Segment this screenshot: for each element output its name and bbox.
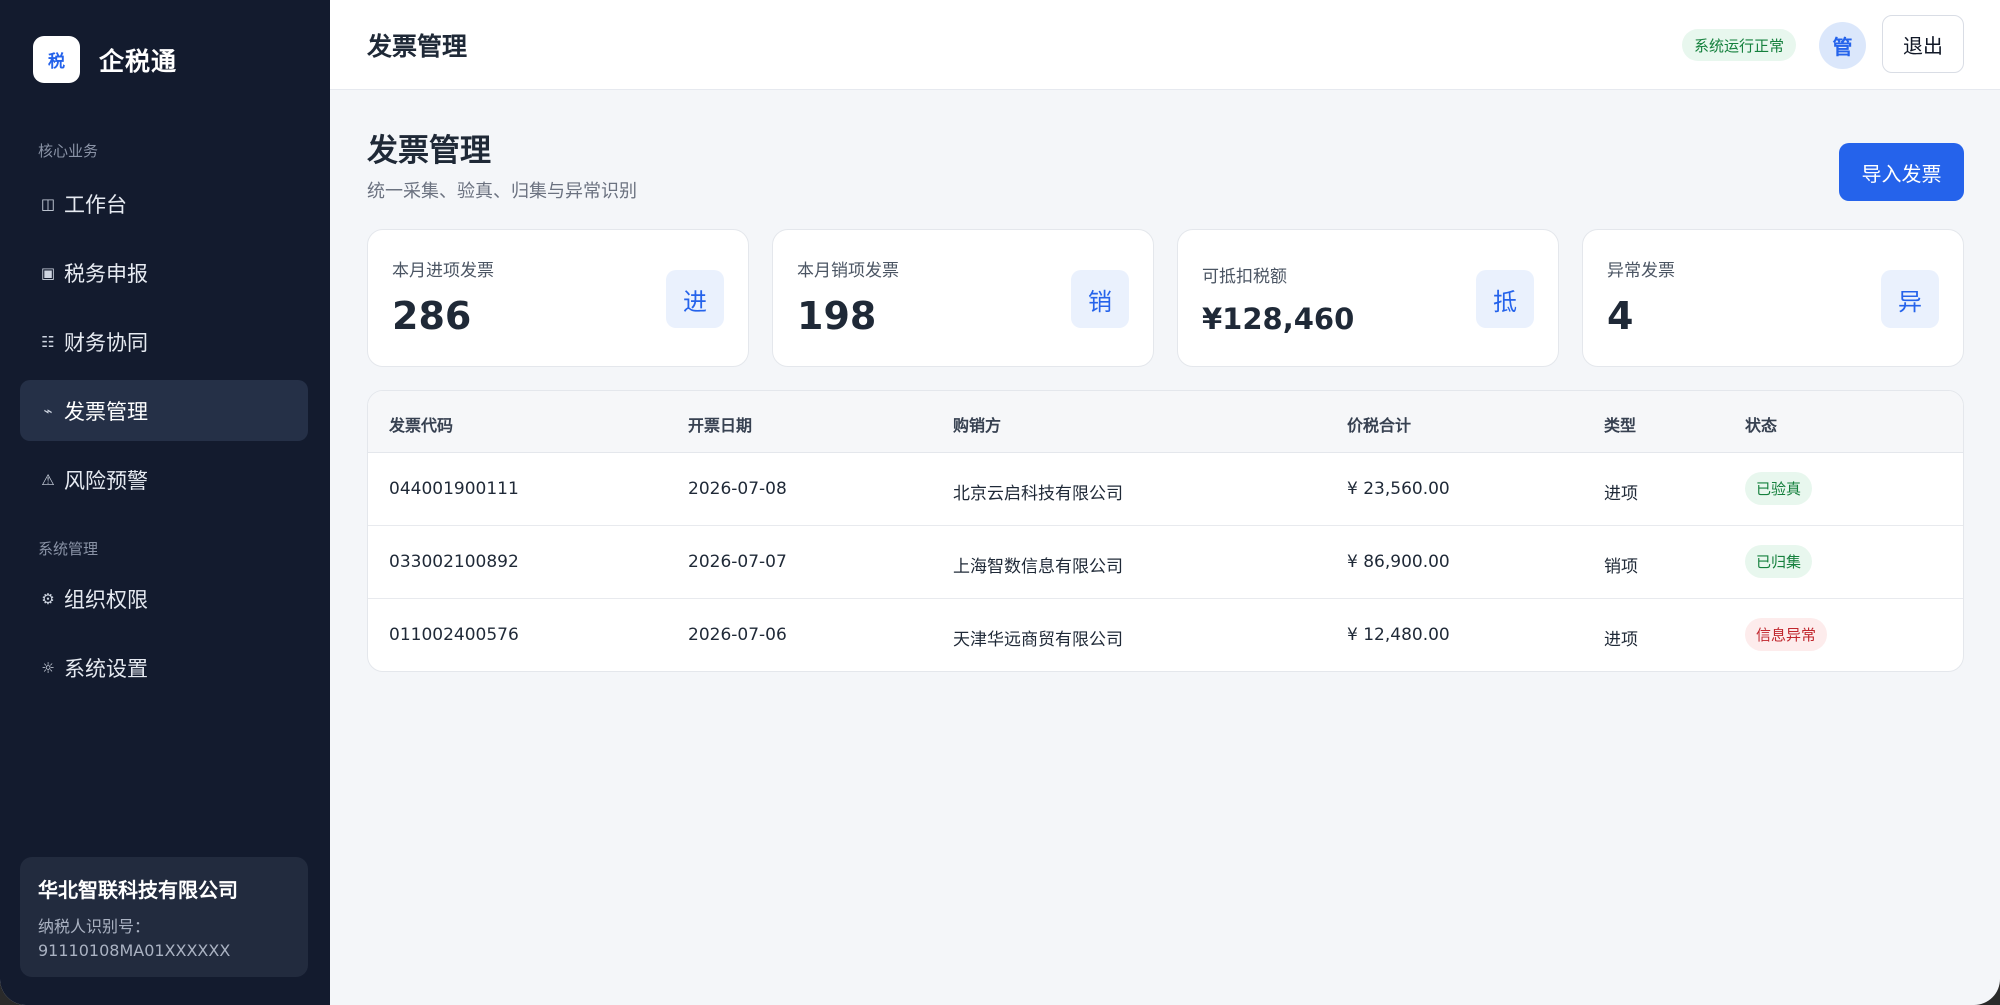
taxid-label: 纳税人识别号： xyxy=(38,917,151,936)
column-header-code[interactable]: 发票代码 xyxy=(389,412,453,436)
column-header-status[interactable]: 状态 xyxy=(1745,412,1777,436)
invoice-amount: ¥ 23,560.00 xyxy=(1347,479,1450,499)
company-card: 华北智联科技有限公司 纳税人识别号： 91110108MA01XXXXXX xyxy=(20,857,308,977)
table-row[interactable]: 044001900111 2026-07-08 北京云启科技有限公司 ¥ 23,… xyxy=(368,453,1963,526)
sidebar-item-label: 系统设置 xyxy=(64,656,148,681)
invoice-code: 033002100892 xyxy=(389,552,519,572)
topbar-title: 发票管理 xyxy=(367,32,468,61)
sidebar-item-label: 组织权限 xyxy=(64,587,148,612)
invoice-amount: ¥ 12,480.00 xyxy=(1347,625,1450,645)
invoice-party: 天津华远商贸有限公司 xyxy=(953,630,1123,650)
gear-icon: ⚙ xyxy=(41,589,55,608)
system-status-badge: 系统运行正常 xyxy=(1682,29,1797,61)
invoice-date: 2026-07-08 xyxy=(688,479,787,499)
invoice-type: 销项 xyxy=(1604,557,1638,577)
status-badge: 已验真 xyxy=(1745,472,1813,505)
abnormal-icon: 异 xyxy=(1881,270,1939,328)
sidebar-item-permissions[interactable]: ⚙ 组织权限 xyxy=(20,568,308,629)
invoice-code: 044001900111 xyxy=(389,479,519,499)
table-row[interactable]: 033002100892 2026-07-07 上海智数信息有限公司 ¥ 86,… xyxy=(368,526,1963,599)
stat-value: 4 xyxy=(1607,294,1634,338)
table-header: 发票代码 开票日期 购销方 价税合计 类型 状态 xyxy=(368,391,1963,453)
status-badge: 信息异常 xyxy=(1745,618,1828,651)
invoice-type: 进项 xyxy=(1604,630,1638,650)
app-window: 税 企税通 核心业务 ◫ 工作台 ▣ 税务申报 ☷ 财务协同 ⌁ 发票管理 ⚠ … xyxy=(0,0,2000,1005)
status-badge: 已归集 xyxy=(1745,545,1813,578)
topbar: 发票管理 系统运行正常 管 退出 xyxy=(330,0,2000,90)
invoice-amount: ¥ 86,900.00 xyxy=(1347,552,1450,572)
filing-icon: ▣ xyxy=(40,263,56,282)
stat-value: 198 xyxy=(797,294,877,338)
output-invoice-icon: 销 xyxy=(1071,270,1129,328)
invoice-table: 发票代码 开票日期 购销方 价税合计 类型 状态 044001900111 20… xyxy=(367,390,1964,672)
import-invoice-button[interactable]: 导入发票 xyxy=(1839,143,1964,201)
column-header-date[interactable]: 开票日期 xyxy=(688,412,752,436)
stat-value: ¥128,460 xyxy=(1202,302,1355,336)
invoice-code: 011002400576 xyxy=(389,625,519,645)
stat-label: 本月销项发票 xyxy=(797,261,899,281)
invoice-date: 2026-07-07 xyxy=(688,552,787,572)
company-name: 华北智联科技有限公司 xyxy=(38,878,238,902)
invoice-date: 2026-07-06 xyxy=(688,625,787,645)
brand-name: 企税通 xyxy=(99,46,178,76)
sidebar-item-label: 风险预警 xyxy=(64,468,148,493)
logout-button[interactable]: 退出 xyxy=(1882,15,1964,73)
list-icon: ☷ xyxy=(41,332,55,351)
invoice-type: 进项 xyxy=(1604,484,1638,504)
taxid-value: 91110108MA01XXXXXX xyxy=(38,941,231,960)
sidebar-item-settings[interactable]: ☼ 系统设置 xyxy=(20,637,308,698)
sun-icon: ☼ xyxy=(41,658,55,677)
stat-label: 异常发票 xyxy=(1607,261,1675,281)
stat-card-abnormal-invoices: 异常发票 4 异 xyxy=(1582,229,1964,367)
sidebar-item-label: 工作台 xyxy=(64,192,127,217)
page-subtitle: 统一采集、验真、归集与异常识别 xyxy=(367,181,637,202)
stat-value: 286 xyxy=(392,294,472,338)
sidebar-item-tax-filing[interactable]: ▣ 税务申报 xyxy=(20,242,308,303)
column-header-amount[interactable]: 价税合计 xyxy=(1347,412,1411,436)
input-invoice-icon: 进 xyxy=(666,270,724,328)
column-header-type[interactable]: 类型 xyxy=(1604,412,1636,436)
sidebar-item-finance[interactable]: ☷ 财务协同 xyxy=(20,311,308,372)
brand[interactable]: 税 企税通 xyxy=(33,36,177,83)
table-row[interactable]: 011002400576 2026-07-06 天津华远商贸有限公司 ¥ 12,… xyxy=(368,599,1963,671)
warning-icon: ⚠ xyxy=(41,470,55,489)
stat-label: 本月进项发票 xyxy=(392,261,494,281)
sidebar-item-label: 发票管理 xyxy=(64,399,148,424)
sidebar-item-label: 财务协同 xyxy=(64,330,148,355)
brand-logo-icon: 税 xyxy=(33,36,80,83)
dashboard-icon: ◫ xyxy=(40,194,56,213)
stat-card-deductible-tax: 可抵扣税额 ¥128,460 抵 xyxy=(1177,229,1559,367)
section-label-core: 核心业务 xyxy=(38,142,99,160)
sidebar-item-label: 税务申报 xyxy=(64,261,148,286)
section-label-system: 系统管理 xyxy=(38,540,99,558)
deduction-icon: 抵 xyxy=(1476,270,1534,328)
sidebar-item-workbench[interactable]: ◫ 工作台 xyxy=(20,173,308,234)
avatar[interactable]: 管 xyxy=(1819,22,1866,69)
invoice-party: 上海智数信息有限公司 xyxy=(953,557,1123,577)
sidebar: 税 企税通 核心业务 ◫ 工作台 ▣ 税务申报 ☷ 财务协同 ⌁ 发票管理 ⚠ … xyxy=(0,0,330,1005)
sidebar-item-invoices[interactable]: ⌁ 发票管理 xyxy=(20,380,308,441)
stat-label: 可抵扣税额 xyxy=(1202,267,1287,287)
invoice-party: 北京云启科技有限公司 xyxy=(953,484,1123,504)
main-content: 发票管理 系统运行正常 管 退出 发票管理 统一采集、验真、归集与异常识别 导入… xyxy=(330,0,2000,1005)
stat-card-input-invoices: 本月进项发票 286 进 xyxy=(367,229,749,367)
stat-card-output-invoices: 本月销项发票 198 销 xyxy=(772,229,1154,367)
page-title: 发票管理 xyxy=(367,133,491,169)
column-header-party[interactable]: 购销方 xyxy=(953,412,1001,436)
sidebar-item-risk[interactable]: ⚠ 风险预警 xyxy=(20,449,308,510)
invoice-icon: ⌁ xyxy=(43,401,53,420)
